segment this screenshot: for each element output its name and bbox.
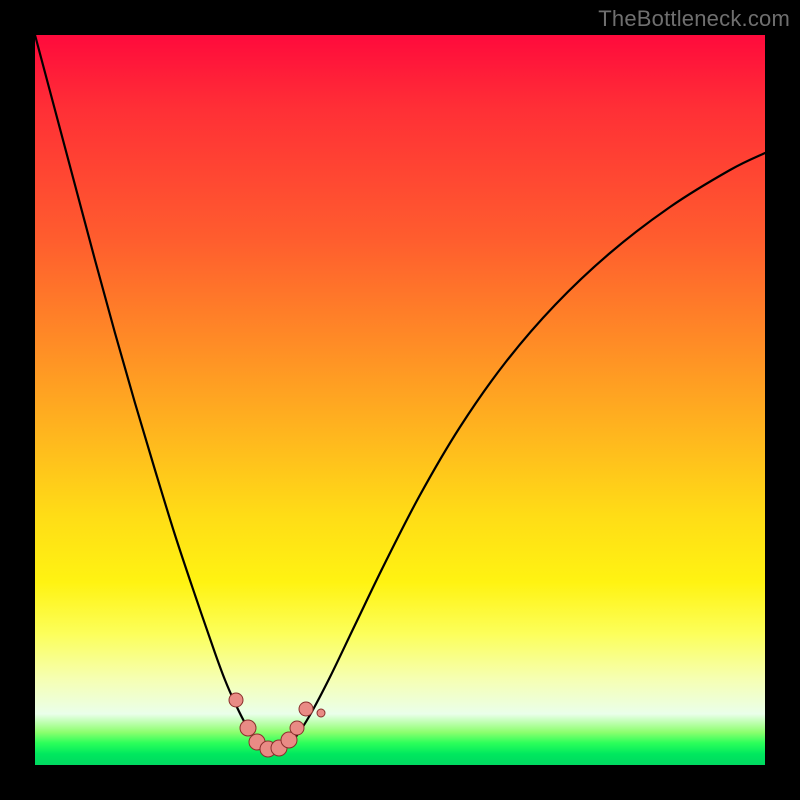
watermark-text: TheBottleneck.com	[598, 6, 790, 32]
plot-area	[35, 35, 765, 765]
curve-dot	[317, 709, 325, 717]
bottleneck-curve	[35, 35, 765, 751]
curve-dot	[229, 693, 243, 707]
chart-frame: TheBottleneck.com	[0, 0, 800, 800]
curve-svg	[35, 35, 765, 765]
curve-dot	[299, 702, 313, 716]
curve-dots	[229, 693, 325, 757]
curve-dot	[290, 721, 304, 735]
curve-dot	[240, 720, 256, 736]
